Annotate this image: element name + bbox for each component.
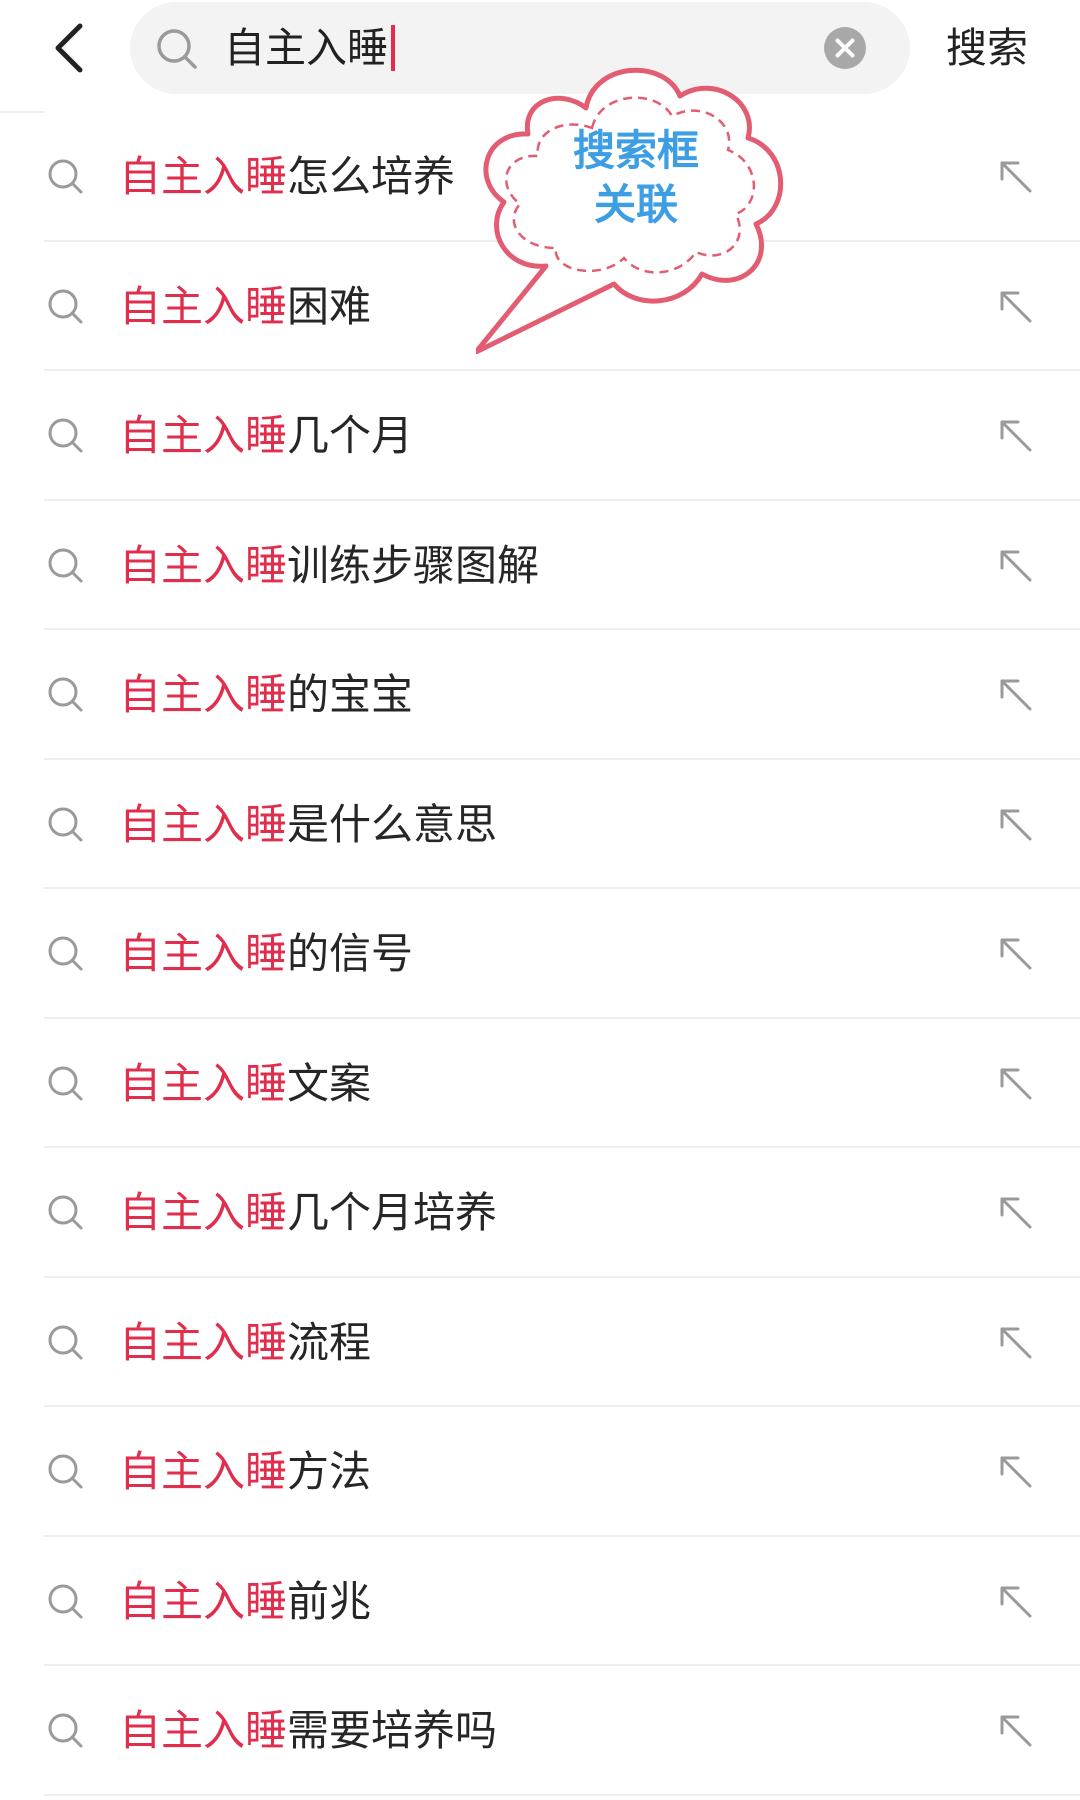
suggestion-highlight: 自主入睡: [119, 1576, 288, 1626]
suggestion-row[interactable]: 自主入睡几个月培养: [0, 1148, 1080, 1278]
suggestion-highlight: 自主入睡: [119, 670, 288, 719]
suggestion-highlight: 自主入睡: [119, 411, 288, 460]
suggestion-text: 自主入睡困难: [119, 279, 371, 335]
suggestion-highlight: 自主入睡: [119, 929, 288, 978]
suggestion-text: 自主入睡几个月培养: [119, 1185, 497, 1241]
suggestion-row[interactable]: 自主入睡需要培养吗: [0, 1666, 1080, 1796]
search-icon: [48, 1195, 83, 1230]
suggestion-row[interactable]: 自主入睡的信号: [0, 889, 1080, 1019]
suggestion-rest: 训练步骤图解: [287, 540, 540, 590]
arrow-up-left-icon[interactable]: [996, 287, 1036, 327]
suggestion-highlight: 自主入睡: [119, 1188, 288, 1237]
row-divider: [44, 1793, 1080, 1796]
search-icon: [48, 936, 83, 971]
suggestion-list: 自主入睡怎么培养 自主入睡困难 自主入睡几个月 自主入睡训练步骤图解 自主入睡的宝宝 自主…: [0, 112, 1080, 1796]
arrow-up-left-icon[interactable]: [996, 416, 1036, 456]
suggestion-highlight: 自主入睡: [119, 1447, 288, 1496]
suggestion-row[interactable]: 自主入睡文案: [0, 1019, 1080, 1148]
suggestion-text: 自主入睡流程: [119, 1315, 371, 1371]
suggestion-rest: 的信号: [287, 929, 414, 978]
arrow-up-left-icon[interactable]: [996, 1582, 1036, 1622]
suggestion-highlight: 自主入睡: [119, 1058, 288, 1108]
search-query-field[interactable]: 自主入睡: [224, 20, 395, 76]
search-icon: [157, 29, 197, 69]
annotation-bubble: 搜索框 关联: [473, 58, 796, 355]
back-button[interactable]: [44, 20, 104, 80]
search-icon: [48, 1325, 83, 1359]
suggestion-row[interactable]: 自主入睡流程: [0, 1278, 1080, 1407]
arrow-up-left-icon[interactable]: [996, 805, 1036, 845]
suggestion-text: 自主入睡训练步骤图解: [119, 538, 539, 594]
suggestion-text: 自主入睡怎么培养: [119, 149, 455, 205]
arrow-up-left-icon[interactable]: [996, 1452, 1036, 1492]
suggestion-highlight: 自主入睡: [119, 152, 288, 201]
suggestion-highlight: 自主入睡: [119, 540, 288, 590]
arrow-up-left-icon[interactable]: [996, 1711, 1036, 1751]
suggestion-rest: 的宝宝: [287, 670, 414, 719]
suggestion-text: 自主入睡的宝宝: [119, 667, 413, 723]
suggestion-rest: 流程: [287, 1317, 372, 1367]
arrow-up-left-icon[interactable]: [996, 675, 1036, 715]
arrow-up-left-icon[interactable]: [996, 1193, 1036, 1233]
search-icon: [48, 807, 83, 841]
search-icon: [48, 1584, 83, 1618]
suggestion-row[interactable]: 自主入睡几个月: [0, 371, 1080, 501]
suggestion-rest: 几个月: [287, 411, 414, 460]
suggestion-text: 自主入睡的信号: [119, 926, 413, 982]
suggestion-row[interactable]: 自主入睡方法: [0, 1407, 1080, 1537]
suggestion-rest: 文案: [287, 1058, 372, 1108]
suggestion-rest: 需要培养吗: [287, 1706, 498, 1755]
annotation-line-2: 关联: [593, 180, 678, 229]
search-icon: [48, 1713, 83, 1748]
suggestion-text: 自主入睡方法: [119, 1444, 371, 1500]
suggestion-rest: 方法: [287, 1447, 372, 1496]
arrow-up-left-icon[interactable]: [996, 934, 1036, 974]
search-icon: [48, 548, 83, 582]
suggestion-text: 自主入睡前兆: [119, 1574, 371, 1630]
suggestion-highlight: 自主入睡: [119, 1317, 288, 1367]
suggestion-text: 自主入睡几个月: [119, 408, 413, 464]
search-query-text: 自主入睡: [224, 24, 388, 72]
clear-circle-icon: [824, 27, 866, 69]
text-cursor: [391, 25, 395, 71]
suggestion-rest: 怎么培养: [287, 152, 456, 201]
search-icon: [48, 1066, 83, 1100]
suggestion-row[interactable]: 自主入睡的宝宝: [0, 630, 1080, 760]
suggestion-highlight: 自主入睡: [119, 799, 288, 849]
suggestion-text: 自主入睡是什么意思: [119, 797, 497, 853]
suggestion-highlight: 自主入睡: [119, 281, 288, 331]
suggestion-text: 自主入睡文案: [119, 1056, 371, 1112]
suggestion-rest: 前兆: [287, 1576, 372, 1626]
search-icon: [48, 289, 83, 323]
search-icon: [48, 1454, 83, 1489]
annotation-line-1: 搜索框: [572, 126, 699, 175]
arrow-up-left-icon[interactable]: [996, 1323, 1036, 1363]
search-button[interactable]: 搜索: [946, 20, 1028, 76]
suggestion-rest: 困难: [287, 281, 372, 331]
arrow-up-left-icon[interactable]: [996, 1064, 1036, 1104]
suggestion-row[interactable]: 自主入睡前兆: [0, 1537, 1080, 1666]
suggestion-text: 自主入睡需要培养吗: [119, 1703, 497, 1759]
suggestion-row[interactable]: 自主入睡是什么意思: [0, 760, 1080, 889]
suggestion-highlight: 自主入睡: [119, 1706, 288, 1755]
suggestion-rest: 几个月培养: [287, 1188, 498, 1237]
search-icon: [48, 159, 83, 194]
suggestion-rest: 是什么意思: [287, 799, 498, 849]
chevron-left-icon: [55, 23, 83, 73]
suggestion-row[interactable]: 自主入睡训练步骤图解: [0, 501, 1080, 630]
search-icon: [48, 677, 83, 712]
clear-button[interactable]: [822, 25, 868, 71]
arrow-up-left-icon[interactable]: [996, 546, 1036, 586]
arrow-up-left-icon[interactable]: [996, 157, 1036, 197]
search-icon: [48, 418, 83, 453]
